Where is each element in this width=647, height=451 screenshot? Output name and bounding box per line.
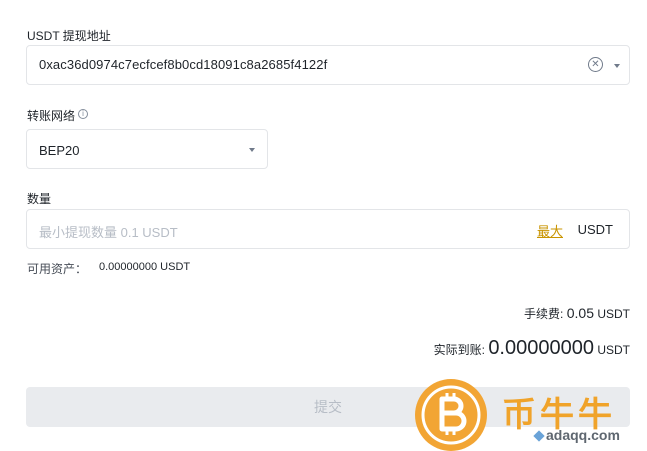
address-value[interactable]: 0xac36d0974c7ecfcef8b0cd18091c8a2685f412… [39, 57, 327, 72]
available-label: 可用资产： [27, 262, 88, 276]
caret-down-icon [249, 148, 255, 152]
amount-field[interactable]: 最小提现数量 0.1 USDT 最大 USDT [26, 209, 630, 249]
diamond-icon [533, 430, 545, 442]
amount-label: 数量 [27, 192, 52, 206]
network-selected: BEP20 [39, 143, 80, 158]
caret-down-icon[interactable] [614, 64, 620, 68]
address-field[interactable]: 0xac36d0974c7ecfcef8b0cd18091c8a2685f412… [26, 45, 630, 85]
submit-button[interactable]: 提交 [26, 387, 630, 427]
receive-row: 实际到账: 0.00000000 USDT [434, 337, 630, 360]
clear-circle-icon[interactable]: ✕ [588, 57, 603, 72]
fee-row: 手续费: 0.05 USDT [524, 305, 630, 322]
receive-unit: USDT [597, 343, 630, 357]
amount-input[interactable]: 最小提现数量 0.1 USDT [39, 222, 178, 241]
fee-label: 手续费: [524, 307, 564, 321]
fee-unit: USDT [597, 307, 630, 321]
info-icon[interactable]: i [78, 109, 88, 119]
fee-value: 0.05 [566, 305, 594, 321]
network-label: 转账网络 [27, 109, 76, 123]
receive-label: 实际到账: [433, 343, 485, 357]
amount-unit: USDT [577, 222, 613, 237]
address-label: USDT 提现地址 [27, 29, 111, 43]
network-select[interactable]: BEP20 [26, 129, 268, 169]
available-value: 0.00000000 USDT [99, 261, 191, 273]
receive-value: 0.00000000 [488, 337, 594, 359]
watermark-site: adaqq.com [546, 427, 620, 443]
max-button[interactable]: 最大 [537, 221, 563, 240]
